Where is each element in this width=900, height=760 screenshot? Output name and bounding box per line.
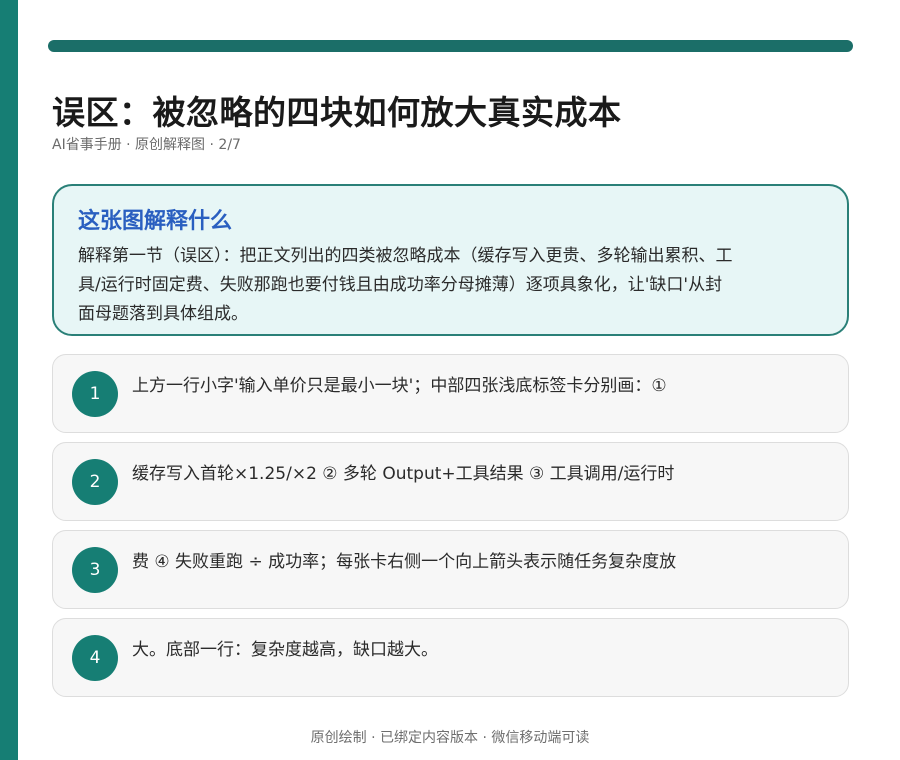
step-text: 费 ④ 失败重跑 ÷ 成功率；每张卡右侧一个向上箭头表示随任务复杂度放 [132,552,677,572]
step-card-4: 4 大。底部一行：复杂度越高，缺口越大。 [52,618,849,697]
step-card-2: 2 缓存写入首轮×1.25/×2 ② 多轮 Output+工具结果 ③ 工具调用… [52,442,849,521]
step-number-badge: 2 [72,459,118,505]
explain-heading: 这张图解释什么 [78,209,233,234]
step-number-badge: 4 [72,635,118,681]
step-text: 大。底部一行：复杂度越高，缺口越大。 [132,640,438,660]
explain-card: 这张图解释什么 解释第一节（误区）：把正文列出的四类被忽略成本（缓存写入更贵、多… [52,184,849,336]
step-number-badge: 3 [72,547,118,593]
page-title: 误区：被忽略的四块如何放大真实成本 [52,93,622,132]
step-card-3: 3 费 ④ 失败重跑 ÷ 成功率；每张卡右侧一个向上箭头表示随任务复杂度放 [52,530,849,609]
footer-note: 原创绘制 · 已绑定内容版本 · 微信移动端可读 [310,730,590,746]
step-card-1: 1 上方一行小字'输入单价只是最小一块'；中部四张浅底标签卡分别画：① [52,354,849,433]
explain-body: 解释第一节（误区）：把正文列出的四类被忽略成本（缓存写入更贵、多轮输出累积、工具… [78,246,733,324]
top-accent-rule [48,40,853,52]
page-subtitle: AI省事手册 · 原创解释图 · 2/7 [52,137,241,153]
left-accent-bar [0,0,18,760]
step-text: 缓存写入首轮×1.25/×2 ② 多轮 Output+工具结果 ③ 工具调用/运… [132,464,675,484]
step-text: 上方一行小字'输入单价只是最小一块'；中部四张浅底标签卡分别画：① [132,376,667,396]
step-number-badge: 1 [72,371,118,417]
